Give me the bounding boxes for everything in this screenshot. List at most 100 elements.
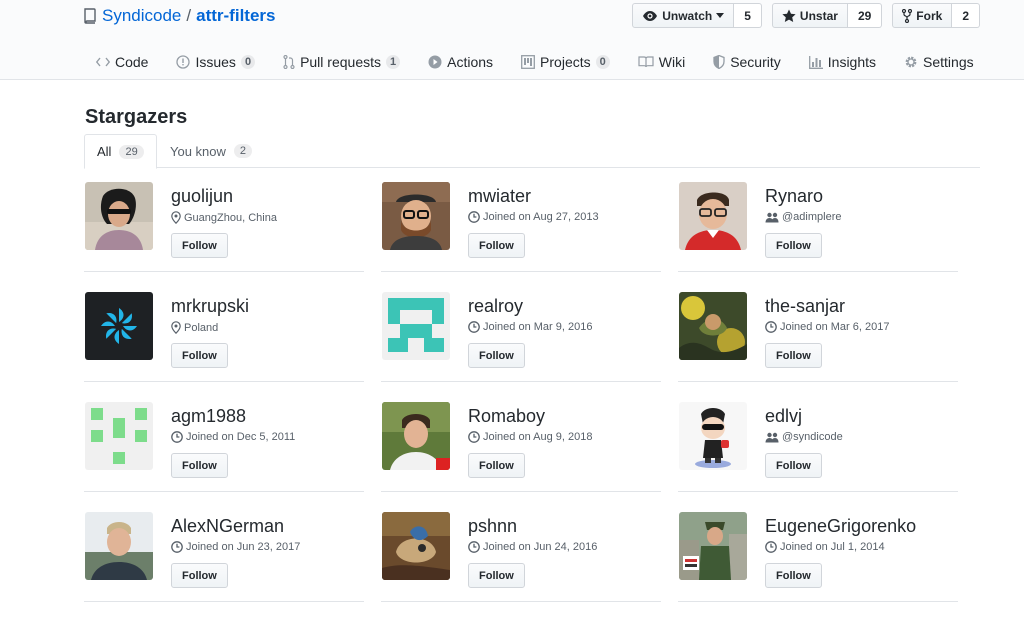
username[interactable]: mwiater bbox=[468, 186, 531, 207]
repo-nav-tabs: Code Issues 0 Pull requests 1 Actions Pr… bbox=[96, 50, 974, 74]
username[interactable]: the-sanjar bbox=[765, 296, 845, 317]
clock-icon bbox=[468, 541, 480, 553]
stargazer-card: AlexNGerman Joined on Jun 23, 2017 Follo… bbox=[84, 510, 364, 602]
eye-icon bbox=[643, 10, 658, 21]
follow-button[interactable]: Follow bbox=[765, 343, 822, 368]
page-title: Stargazers bbox=[85, 106, 188, 128]
follow-button[interactable]: Follow bbox=[468, 563, 525, 588]
clock-icon bbox=[765, 321, 777, 333]
avatar[interactable] bbox=[85, 292, 153, 360]
play-icon bbox=[428, 55, 442, 69]
shield-icon bbox=[713, 55, 725, 69]
subtab-you-know-count: 2 bbox=[233, 144, 253, 158]
username[interactable]: Rynaro bbox=[765, 186, 823, 207]
tab-pull-requests-count: 1 bbox=[386, 55, 401, 69]
username[interactable]: AlexNGerman bbox=[171, 516, 284, 537]
stargazer-card: the-sanjar Joined on Mar 6, 2017 Follow bbox=[678, 290, 958, 382]
repo-owner-link[interactable]: Syndicode bbox=[102, 6, 181, 26]
follow-button[interactable]: Follow bbox=[468, 233, 525, 258]
user-meta-text: @adimplere bbox=[782, 211, 842, 223]
follow-button[interactable]: Follow bbox=[468, 453, 525, 478]
avatar[interactable] bbox=[382, 402, 450, 470]
follow-button[interactable]: Follow bbox=[765, 453, 822, 478]
user-meta-text: Joined on Jun 24, 2016 bbox=[483, 541, 598, 553]
user-meta-text: Joined on Jun 23, 2017 bbox=[186, 541, 301, 553]
fork-icon bbox=[902, 8, 913, 23]
avatar[interactable] bbox=[382, 292, 450, 360]
clock-icon bbox=[468, 211, 480, 223]
avatar[interactable] bbox=[382, 512, 450, 580]
tab-security[interactable]: Security bbox=[713, 50, 781, 74]
graph-icon bbox=[808, 55, 823, 69]
avatar[interactable] bbox=[679, 512, 747, 580]
location-icon bbox=[171, 211, 181, 224]
follow-button[interactable]: Follow bbox=[171, 563, 228, 588]
tab-pull-requests[interactable]: Pull requests 1 bbox=[283, 50, 401, 74]
stargazer-card: mrkrupski Poland Follow bbox=[84, 290, 364, 382]
location-icon bbox=[171, 321, 181, 334]
tab-insights[interactable]: Insights bbox=[808, 50, 876, 74]
repo-header: Syndicode / attr-filters Unwatch 5 Unsta… bbox=[0, 0, 1024, 80]
subtab-all-count: 29 bbox=[119, 144, 144, 159]
tab-issues-label: Issues bbox=[195, 54, 236, 70]
star-action: Unstar 29 bbox=[771, 3, 883, 28]
tab-settings[interactable]: Settings bbox=[904, 50, 974, 74]
unstar-label: Unstar bbox=[799, 8, 838, 23]
follow-button[interactable]: Follow bbox=[765, 233, 822, 258]
tab-pull-requests-label: Pull requests bbox=[300, 54, 381, 70]
subtab-all[interactable]: All 29 bbox=[84, 134, 157, 169]
tab-projects[interactable]: Projects 0 bbox=[521, 50, 610, 74]
user-meta: Joined on Aug 27, 2013 bbox=[468, 211, 599, 223]
tab-projects-count: 0 bbox=[595, 55, 610, 69]
user-meta: Joined on Jul 1, 2014 bbox=[765, 541, 885, 553]
tab-wiki-label: Wiki bbox=[658, 54, 686, 70]
avatar[interactable] bbox=[85, 182, 153, 250]
avatar[interactable] bbox=[679, 402, 747, 470]
avatar[interactable] bbox=[679, 182, 747, 250]
unstar-button[interactable]: Unstar bbox=[771, 3, 848, 28]
star-count[interactable]: 29 bbox=[847, 3, 883, 28]
stargazer-card: Rynaro @adimplere Follow bbox=[678, 180, 958, 272]
fork-button[interactable]: Fork bbox=[892, 3, 953, 28]
avatar[interactable] bbox=[85, 512, 153, 580]
username[interactable]: guolijun bbox=[171, 186, 233, 207]
tab-wiki[interactable]: Wiki bbox=[638, 50, 685, 74]
subtab-you-know[interactable]: You know 2 bbox=[158, 134, 264, 168]
fork-action: Fork 2 bbox=[892, 3, 980, 28]
user-meta-text: Joined on Aug 9, 2018 bbox=[483, 431, 593, 443]
user-meta: Poland bbox=[171, 321, 218, 334]
username[interactable]: realroy bbox=[468, 296, 523, 317]
watch-count[interactable]: 5 bbox=[734, 3, 762, 28]
tab-code-label: Code bbox=[115, 54, 149, 70]
avatar[interactable] bbox=[679, 292, 747, 360]
follow-button[interactable]: Follow bbox=[468, 343, 525, 368]
avatar[interactable] bbox=[382, 182, 450, 250]
repo-name-link[interactable]: attr-filters bbox=[196, 6, 275, 26]
username[interactable]: agm1988 bbox=[171, 406, 246, 427]
clock-icon bbox=[468, 431, 480, 443]
tab-actions[interactable]: Actions bbox=[428, 50, 493, 74]
user-meta-text: Joined on Aug 27, 2013 bbox=[483, 211, 599, 223]
fork-count[interactable]: 2 bbox=[952, 3, 980, 28]
follow-button[interactable]: Follow bbox=[171, 233, 228, 258]
username[interactable]: Romaboy bbox=[468, 406, 545, 427]
tab-issues[interactable]: Issues 0 bbox=[176, 50, 256, 74]
repo-actions: Unwatch 5 Unstar 29 Fork 2 bbox=[632, 3, 980, 28]
issue-icon bbox=[176, 55, 191, 69]
user-meta: Joined on Mar 9, 2016 bbox=[468, 321, 592, 333]
username[interactable]: mrkrupski bbox=[171, 296, 249, 317]
follow-button[interactable]: Follow bbox=[171, 453, 228, 478]
gear-icon bbox=[904, 55, 918, 69]
username[interactable]: EugeneGrigorenko bbox=[765, 516, 916, 537]
username[interactable]: pshnn bbox=[468, 516, 517, 537]
unwatch-button[interactable]: Unwatch bbox=[632, 3, 735, 28]
follow-button[interactable]: Follow bbox=[765, 563, 822, 588]
user-meta-text: Joined on Mar 9, 2016 bbox=[483, 321, 593, 333]
follow-button[interactable]: Follow bbox=[171, 343, 228, 368]
tab-code[interactable]: Code bbox=[96, 50, 148, 74]
clock-icon bbox=[171, 541, 183, 553]
avatar[interactable] bbox=[85, 402, 153, 470]
stargazer-card: EugeneGrigorenko Joined on Jul 1, 2014 F… bbox=[678, 510, 958, 602]
username[interactable]: edlvj bbox=[765, 406, 802, 427]
subtab-all-label: All bbox=[97, 144, 112, 159]
